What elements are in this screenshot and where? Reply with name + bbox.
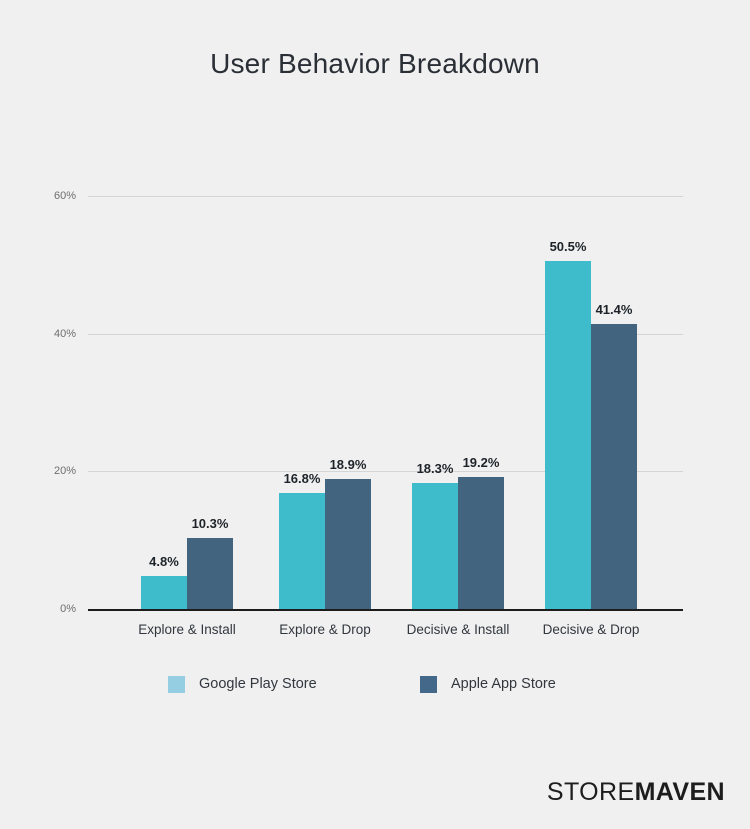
x-axis-line — [88, 609, 683, 611]
bar-value-label: 19.2% — [462, 454, 500, 470]
bar-apple-app-store — [591, 324, 637, 609]
legend-swatch-icon — [420, 675, 437, 693]
y-axis-tick-label: 60% — [53, 190, 76, 202]
legend-label: Google Play Store — [199, 676, 317, 692]
storemaven-logo: STOREMAVEN — [547, 778, 725, 807]
bar-google-play — [141, 575, 187, 609]
bars-layer: 4.8% 10.3% 16.8% 18.9% 18.3% 19.2% 50.5% 41.4% — [88, 196, 683, 609]
logo-maven-text: MAVEN — [634, 778, 725, 806]
bar-value-label: 18.9% — [329, 456, 367, 472]
bar-apple-app-store — [458, 476, 504, 609]
chart-legend: Google Play Store Apple App Store — [0, 673, 750, 697]
legend-item[interactable]: Apple App Store — [420, 673, 556, 695]
legend-item[interactable]: Google Play Store — [168, 673, 317, 695]
plot-area: 4.8% 10.3% 16.8% 18.9% 18.3% 19.2% 50.5% 41.4% — [88, 196, 683, 611]
bar-apple-app-store — [187, 538, 233, 609]
chart-container: User Behavior Breakdown 4.8% 10.3% 16.8% 18… — [0, 0, 750, 829]
bar-value-label: 41.4% — [595, 302, 633, 318]
x-axis-category-label: Decisive & Drop — [542, 622, 640, 637]
bar-google-play — [412, 483, 458, 609]
page-title: User Behavior Breakdown — [210, 48, 540, 79]
bar-value-label: 10.3% — [191, 516, 229, 532]
bar-apple-app-store — [325, 478, 371, 609]
y-axis-tick-label: 40% — [53, 327, 76, 340]
logo-store-text: STORE — [546, 778, 635, 806]
y-axis-tick-label: 20% — [53, 465, 76, 478]
bar-value-label: 50.5% — [549, 239, 587, 255]
bar-google-play — [279, 493, 325, 609]
legend-swatch-icon — [168, 675, 185, 693]
legend-label: Apple App Store — [451, 676, 556, 692]
y-axis-tick-label: 0% — [60, 603, 76, 615]
